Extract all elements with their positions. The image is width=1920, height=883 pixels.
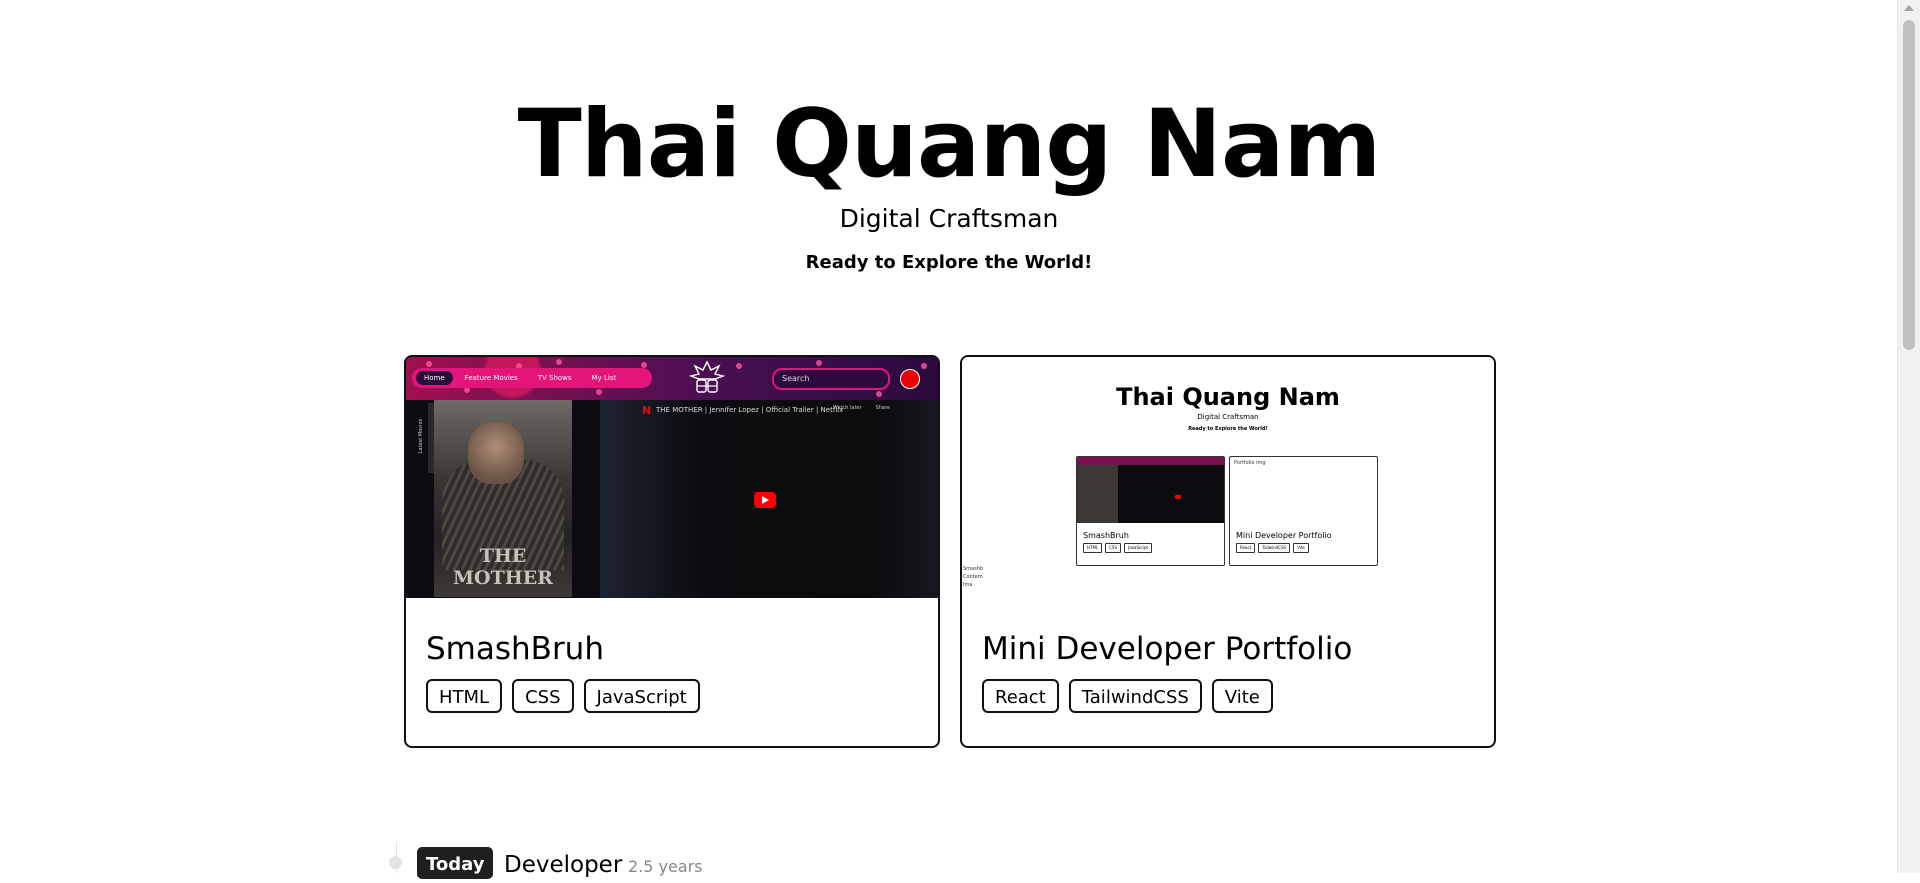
project-tags: React TailwindCSS Vite (982, 679, 1273, 713)
preview-tag: HTML (1083, 543, 1103, 553)
preview-tag: TailwindCSS (1258, 543, 1291, 553)
preview-hero-name: Thai Quang Nam (1116, 383, 1340, 411)
preview-nav-my-list: My List (591, 374, 617, 382)
portfolio-page: Thai Quang Nam Digital Craftsman Ready t… (0, 0, 1898, 879)
poster-title: THE MOTHER (453, 545, 553, 589)
tech-tag: React (982, 679, 1059, 713)
youtube-play-icon (754, 492, 776, 508)
preview-nav-tv-shows: TV Shows (537, 374, 572, 382)
hero-name: Thai Quang Nam (517, 90, 1382, 199)
preview-hero-tagline: Ready to Explore the World! (1188, 426, 1268, 432)
scroll-up-icon[interactable] (1904, 5, 1914, 11)
share-icon: Share (875, 405, 890, 411)
hero-subtitle: Digital Craftsman (839, 204, 1059, 233)
preview-hero-subtitle: Digital Craftsman (1197, 413, 1259, 421)
broken-image-icon: Portfolio img (1234, 460, 1266, 466)
preview-video-player: N THE MOTHER | Jennifer Lopez | Official… (600, 400, 938, 598)
preview-video-actions: Watch later Share (833, 405, 890, 411)
preview-sidebar-label: Latest Movies (418, 418, 425, 454)
preview-movie-poster: THE MOTHER (434, 400, 572, 597)
preview-card-image (1077, 457, 1224, 523)
preview-card-tags: HTML CSS JavaScript (1083, 543, 1153, 553)
preview-tag: React (1236, 543, 1256, 553)
tech-tag: Vite (1211, 679, 1273, 713)
preview-card-title: SmashBruh (1083, 531, 1129, 540)
page-scrollbar[interactable] (1897, 0, 1920, 873)
preview-overflow-text: Smashb Contem Ima (963, 565, 983, 589)
timeline-dot (389, 856, 402, 869)
watch-later-icon: Watch later (832, 405, 862, 411)
preview-card-title: Mini Developer Portfolio (1236, 531, 1332, 540)
project-title: SmashBruh (426, 631, 604, 667)
preview-tag: Vite (1293, 543, 1309, 553)
preview-video-title: THE MOTHER | Jennifer Lopez | Official T… (656, 406, 844, 414)
poster-face (468, 422, 524, 484)
tech-tag: TailwindCSS (1068, 679, 1202, 713)
preview-tag: CSS (1105, 543, 1122, 553)
tech-tag: JavaScript (583, 679, 700, 713)
preview-search-field: Search (772, 368, 890, 390)
preview-overflow-line: Contem (963, 574, 983, 580)
project-card-mini-portfolio[interactable]: Thai Quang Nam Digital Craftsman Ready t… (960, 355, 1496, 748)
preview-project-card: Portfolio img Mini Developer Portfolio R… (1229, 456, 1378, 566)
project-preview-image: Home Feature Movies TV Shows My List Sea… (406, 357, 938, 598)
preview-card-tags: React TailwindCSS Vite (1236, 543, 1309, 553)
preview-avatar (900, 369, 920, 389)
project-title: Mini Developer Portfolio (982, 631, 1353, 667)
preview-logo-icon (688, 360, 726, 393)
project-tags: HTML CSS JavaScript (426, 679, 700, 713)
tech-tag: HTML (426, 679, 503, 713)
timeline-date-badge: Today (417, 847, 494, 879)
tech-tag: CSS (512, 679, 574, 713)
preview-overflow-line: Smashb (963, 566, 984, 572)
preview-nav-feature-movies: Feature Movies (464, 374, 518, 382)
preview-navbar: Home Feature Movies TV Shows My List Sea… (406, 357, 938, 400)
netflix-logo-icon: N (642, 404, 652, 417)
preview-nav-menu: Home Feature Movies TV Shows My List (412, 368, 652, 388)
hero-tagline: Ready to Explore the World! (805, 252, 1093, 273)
preview-tag: JavaScript (1124, 543, 1153, 553)
timeline-duration: 2.5 years (628, 857, 703, 876)
project-preview-image: Thai Quang Nam Digital Craftsman Ready t… (962, 357, 1494, 598)
preview-nav-home: Home (416, 371, 453, 385)
preview-project-card: SmashBruh HTML CSS JavaScript (1076, 456, 1225, 566)
project-card-smashbruh[interactable]: Home Feature Movies TV Shows My List Sea… (404, 355, 940, 748)
timeline-role: Developer (504, 852, 623, 878)
scrollbar-thumb[interactable] (1903, 20, 1915, 350)
preview-overflow-line: Ima (963, 582, 973, 588)
